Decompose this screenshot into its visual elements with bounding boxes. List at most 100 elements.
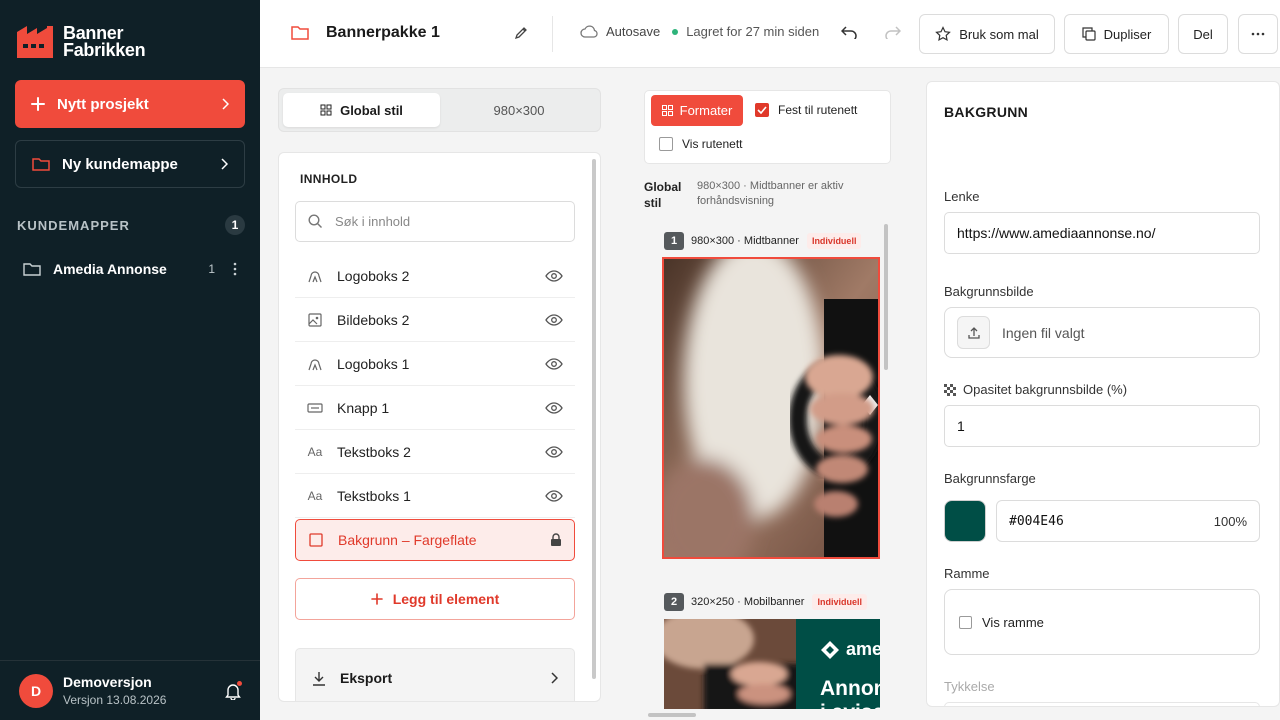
eye-icon[interactable] [545, 269, 563, 282]
more-vertical-icon[interactable] [233, 262, 237, 276]
layer-label: Knapp 1 [337, 399, 390, 416]
search-placeholder: Søk i innhold [335, 214, 411, 229]
show-frame-checkbox[interactable]: Vis ramme [959, 615, 1044, 630]
layer-item[interactable]: Knapp 1 [295, 386, 575, 430]
plus-icon [31, 97, 45, 111]
coffee-photo [664, 259, 878, 557]
banner-preview-980x300[interactable] [662, 257, 880, 559]
layer-item[interactable]: Aa Tekstboks 2 [295, 430, 575, 474]
search-icon [308, 214, 322, 228]
show-grid-label: Vis rutenett [682, 137, 743, 151]
folder-icon [32, 158, 50, 171]
format-label: Formater [679, 103, 733, 118]
grid-icon [320, 104, 332, 116]
export-label: Eksport [340, 670, 393, 686]
upload-status: Ingen fil valgt [1002, 324, 1085, 341]
content-title: INNHOLD [300, 172, 358, 186]
layer-label: Logoboks 2 [337, 267, 410, 284]
layer-label: Tekstboks 1 [337, 487, 411, 504]
new-project-button[interactable]: Nytt prosjekt [15, 80, 245, 128]
banner-label: 980×300 · Midtbanner [691, 235, 799, 247]
saved-dot [672, 28, 679, 35]
frame-label: Ramme [944, 566, 990, 581]
layer-item[interactable]: Logoboks 2 [295, 254, 575, 298]
layer-item[interactable]: Aa Tekstboks 1 [295, 474, 575, 518]
new-client-folder-button[interactable]: Ny kundemappe [15, 140, 245, 188]
folder-label: Amedia Annonse [53, 261, 167, 277]
chevron-right-icon [221, 158, 228, 170]
app-logo[interactable]: Banner Fabrikken [15, 24, 146, 60]
client-folders-title: KUNDEMAPPER [17, 217, 130, 233]
image-icon [307, 312, 323, 327]
content-scrollbar[interactable] [592, 159, 596, 679]
layer-item[interactable]: Bildeboks 2 [295, 298, 575, 342]
eye-icon[interactable] [545, 401, 563, 414]
duplicate-button[interactable]: Dupliser [1064, 14, 1169, 54]
eye-icon[interactable] [545, 357, 563, 370]
folder-icon [291, 26, 309, 40]
eye-icon[interactable] [545, 445, 563, 458]
use-as-template-label: Bruk som mal [959, 26, 1039, 42]
eye-icon[interactable] [545, 489, 563, 502]
sidebar-item-amedia-annonse[interactable]: Amedia Annonse 1 [15, 254, 245, 284]
undo-icon[interactable] [841, 25, 857, 39]
eye-icon[interactable] [545, 313, 563, 326]
use-as-template-button[interactable]: Bruk som mal [919, 14, 1055, 54]
banner-number: 2 [664, 593, 684, 611]
client-folders-count: 1 [225, 215, 245, 235]
show-grid-checkbox[interactable]: Vis rutenett [659, 137, 742, 151]
tab-global-style[interactable]: Global stil [283, 93, 440, 127]
headline-line-1: Annon [820, 677, 880, 700]
logo-icon [307, 268, 323, 284]
background-image-upload[interactable]: Ingen fil valgt [944, 307, 1260, 358]
layer-label: Logoboks 1 [337, 355, 410, 372]
color-hex-field[interactable]: #004E46 100% [996, 500, 1260, 542]
share-button[interactable]: Del [1178, 14, 1228, 54]
thickness-field[interactable] [944, 702, 1260, 706]
more-options-button[interactable] [1238, 14, 1278, 54]
logo-text: Banner Fabrikken [63, 24, 146, 59]
add-element-button[interactable]: Legg til element [295, 578, 575, 620]
square-icon [308, 533, 324, 547]
chevron-right-icon [222, 98, 229, 110]
link-field[interactable]: https://www.amediaannonse.no/ [944, 212, 1260, 254]
folder-icon [23, 263, 41, 276]
sidebar: Banner Fabrikken Nytt prosjekt Ny kundem… [0, 0, 260, 720]
edit-pencil-icon[interactable] [514, 26, 528, 40]
redo-icon[interactable] [885, 25, 901, 39]
factory-logo-icon [17, 26, 53, 58]
banner-preview-320x250[interactable]: ame Annon i avise [664, 619, 880, 709]
checkbox-checked [755, 103, 769, 117]
coffee-photo [664, 619, 796, 709]
logo-icon [307, 356, 323, 372]
preview-scrollbar[interactable] [884, 224, 888, 370]
notifications-button[interactable] [225, 680, 242, 700]
chevron-right-icon [551, 672, 558, 684]
global-style-info: 980×300 · Midtbanner er aktiv forhåndsvi… [697, 180, 844, 207]
export-button[interactable]: Eksport [295, 648, 575, 701]
user-profile[interactable]: D Demoversjon Versjon 13.08.2026 [0, 660, 260, 720]
format-toolbar: Formater Fest til rutenett Vis rutenett [644, 90, 891, 164]
preview-h-scrollbar[interactable] [648, 713, 696, 717]
color-swatch[interactable] [944, 500, 986, 542]
checkbox-unchecked [659, 137, 673, 151]
content-search-input[interactable]: Søk i innhold [295, 201, 575, 242]
more-horizontal-icon [1251, 32, 1265, 36]
banner-number: 1 [664, 232, 684, 250]
client-folders-header: KUNDEMAPPER 1 [17, 215, 245, 235]
format-button[interactable]: Formater [651, 95, 743, 126]
grid-icon [661, 105, 673, 116]
saved-time: Lagret for 27 min siden [686, 24, 820, 39]
lock-icon[interactable] [550, 533, 562, 547]
autosave-status: Autosave Lagret for 27 min siden [580, 24, 819, 39]
banner-headline: Annon i avise [820, 677, 880, 709]
banner-header[interactable]: 1 980×300 · Midtbanner Individuell [664, 232, 862, 250]
layer-item[interactable]: Logoboks 1 [295, 342, 575, 386]
snap-to-grid-checkbox[interactable]: Fest til rutenett [755, 103, 857, 117]
layer-label: Tekstboks 2 [337, 443, 411, 460]
tab-980x300[interactable]: 980×300 [440, 93, 598, 127]
opacity-field[interactable]: 1 [944, 405, 1260, 447]
layer-item-selected[interactable]: Bakgrunn – Fargeflate [295, 519, 575, 561]
button-icon [307, 402, 323, 413]
banner-header[interactable]: 2 320×250 · Mobilbanner Individuell [664, 593, 867, 611]
